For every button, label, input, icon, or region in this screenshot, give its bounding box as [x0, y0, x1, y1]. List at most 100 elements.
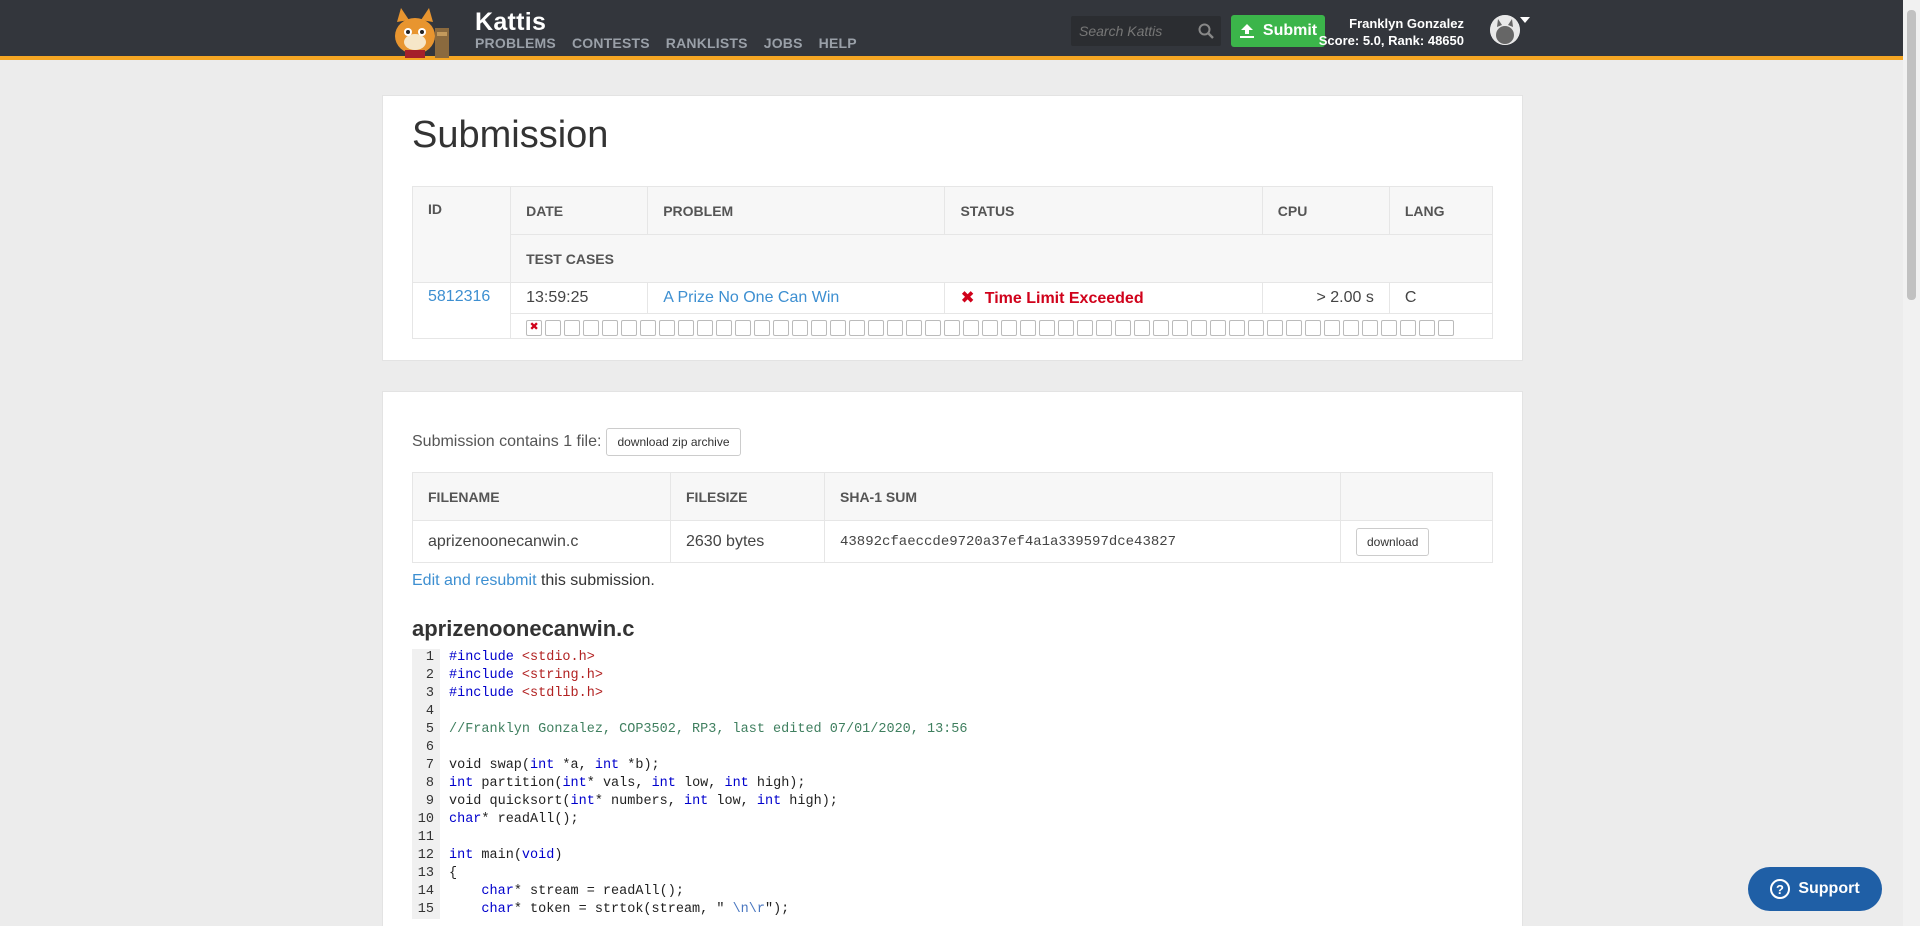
test-case-box[interactable] [906, 320, 923, 336]
test-case-box[interactable] [678, 320, 695, 336]
code-line: 11 [412, 829, 1493, 847]
code-line: 13 { [412, 865, 1493, 883]
col-status: STATUS [944, 186, 1263, 235]
code-line: 10 char* readAll(); [412, 811, 1493, 829]
code-line: 4 [412, 703, 1493, 721]
test-case-box[interactable] [1115, 320, 1132, 336]
test-case-failed[interactable]: ✖ [526, 320, 543, 336]
test-case-box[interactable] [1172, 320, 1189, 336]
test-case-box[interactable] [1134, 320, 1151, 336]
submit-button[interactable]: Submit [1231, 15, 1325, 47]
test-case-box[interactable] [1438, 320, 1455, 336]
test-case-box[interactable] [1286, 320, 1303, 336]
search-icon[interactable] [1197, 22, 1215, 40]
test-case-box[interactable] [1248, 320, 1265, 336]
brand-name[interactable]: Kattis [475, 8, 546, 37]
edit-resubmit-line: Edit and resubmit this submission. [412, 572, 655, 590]
test-case-box[interactable] [1096, 320, 1113, 336]
line-number: 12 [412, 847, 440, 865]
test-case-box[interactable] [982, 320, 999, 336]
scrollbar-thumb[interactable] [1907, 10, 1916, 300]
upload-icon [1239, 24, 1254, 38]
user-info[interactable]: Franklyn Gonzalez Score: 5.0, Rank: 4865… [1319, 15, 1464, 49]
cpu-time: > 2.00 s [1261, 282, 1390, 314]
svg-text:?: ? [1776, 882, 1784, 897]
test-case-list: ✖ [526, 316, 1477, 336]
kattis-logo[interactable] [385, 6, 463, 58]
test-case-box[interactable] [887, 320, 904, 336]
test-case-box[interactable] [1058, 320, 1075, 336]
problem-link[interactable]: A Prize No One Can Win [663, 289, 839, 306]
download-zip-button[interactable]: download zip archive [606, 428, 741, 456]
test-case-box[interactable] [830, 320, 847, 336]
code-text: #include <stdio.h> [449, 650, 595, 665]
test-case-box[interactable] [621, 320, 638, 336]
test-case-box[interactable] [944, 320, 961, 336]
code-text: #include <stdlib.h> [449, 686, 603, 701]
support-label: Support [1798, 880, 1860, 897]
support-button[interactable]: ? Support [1748, 867, 1882, 911]
test-case-box[interactable] [545, 320, 562, 336]
test-case-box[interactable] [792, 320, 809, 336]
test-case-box[interactable] [1381, 320, 1398, 336]
nav-problems[interactable]: PROBLEMS [475, 35, 556, 51]
nav-jobs[interactable]: JOBS [764, 35, 803, 51]
test-case-box[interactable] [1001, 320, 1018, 336]
test-case-box[interactable] [925, 320, 942, 336]
code-line: 15 char* token = strtok(stream, " \n\r")… [412, 901, 1493, 919]
test-case-box[interactable] [1324, 320, 1341, 336]
download-file-button[interactable]: download [1356, 527, 1430, 556]
test-case-box[interactable] [1077, 320, 1094, 336]
code-text: void swap(int *a, int *b); [449, 758, 660, 773]
test-case-box[interactable] [1305, 320, 1322, 336]
col-filesize: FILESIZE [670, 472, 825, 521]
chevron-down-icon[interactable] [1520, 17, 1530, 23]
test-case-box[interactable] [640, 320, 657, 336]
test-case-box[interactable] [716, 320, 733, 336]
nav-ranklists[interactable]: RANKLISTS [666, 35, 748, 51]
test-case-box[interactable] [1267, 320, 1284, 336]
test-case-box[interactable] [697, 320, 714, 336]
test-case-box[interactable] [1419, 320, 1436, 336]
test-case-box[interactable] [1191, 320, 1208, 336]
submission-panel: Submission ID DATE PROBLEM STATUS CPU LA… [382, 95, 1523, 361]
test-case-box[interactable] [811, 320, 828, 336]
code-line: 1 #include <stdio.h> [412, 649, 1493, 667]
test-case-box[interactable] [1020, 320, 1037, 336]
test-case-box[interactable] [1153, 320, 1170, 336]
test-case-box[interactable] [1343, 320, 1360, 336]
submission-id-link[interactable]: 5812316 [428, 288, 490, 305]
search-box [1071, 16, 1221, 46]
status-cell: ✖ Time Limit Exceeded [944, 282, 1263, 314]
avatar[interactable] [1490, 15, 1520, 45]
file-sha: 43892cfaeccde9720a37ef4a1a339597dce43827 [824, 520, 1341, 563]
test-case-box[interactable] [849, 320, 866, 336]
test-case-box[interactable] [659, 320, 676, 336]
test-case-box[interactable] [1210, 320, 1227, 336]
search-input[interactable] [1071, 16, 1195, 46]
code-text: int main(void) [449, 848, 563, 863]
cat-avatar-icon [1490, 15, 1520, 45]
test-case-box[interactable] [602, 320, 619, 336]
test-case-box[interactable] [773, 320, 790, 336]
nav-contests[interactable]: CONTESTS [572, 35, 650, 51]
page-scrollbar[interactable] [1903, 0, 1920, 926]
edit-resubmit-link[interactable]: Edit and resubmit [412, 572, 537, 589]
col-problem: PROBLEM [647, 186, 946, 235]
code-text: { [449, 866, 458, 881]
test-case-box[interactable] [1400, 320, 1417, 336]
code-line: 3 #include <stdlib.h> [412, 685, 1493, 703]
test-case-box[interactable] [1362, 320, 1379, 336]
test-case-box[interactable] [1229, 320, 1246, 336]
test-case-box[interactable] [754, 320, 771, 336]
test-case-box[interactable] [735, 320, 752, 336]
col-lang: LANG [1388, 186, 1494, 235]
test-case-box[interactable] [583, 320, 600, 336]
test-case-box[interactable] [1039, 320, 1056, 336]
nav-help[interactable]: HELP [819, 35, 857, 51]
test-case-box[interactable] [868, 320, 885, 336]
test-case-box[interactable] [564, 320, 581, 336]
test-case-box[interactable] [963, 320, 980, 336]
